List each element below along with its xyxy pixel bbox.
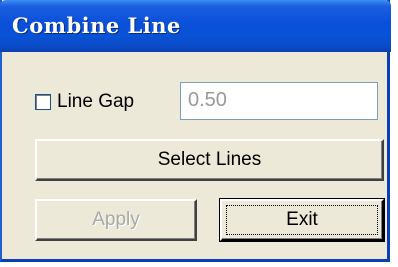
dialog-title: Combine Line bbox=[12, 13, 181, 38]
select-lines-label: Select Lines bbox=[157, 149, 262, 170]
line-gap-input[interactable]: 0.50 bbox=[180, 82, 378, 120]
exit-button[interactable]: Exit bbox=[219, 198, 385, 242]
line-gap-checkbox[interactable] bbox=[35, 94, 51, 110]
apply-label: Apply bbox=[92, 209, 140, 230]
title-bar[interactable]: Combine Line bbox=[0, 0, 391, 52]
select-lines-button[interactable]: Select Lines bbox=[35, 139, 384, 181]
exit-label: Exit bbox=[286, 209, 318, 230]
line-gap-row: Line Gap bbox=[35, 84, 134, 120]
line-gap-label[interactable]: Line Gap bbox=[57, 91, 134, 113]
combine-line-dialog: Combine Line Line Gap 0.50 Select Lines … bbox=[0, 0, 391, 262]
apply-button: Apply bbox=[35, 199, 197, 241]
